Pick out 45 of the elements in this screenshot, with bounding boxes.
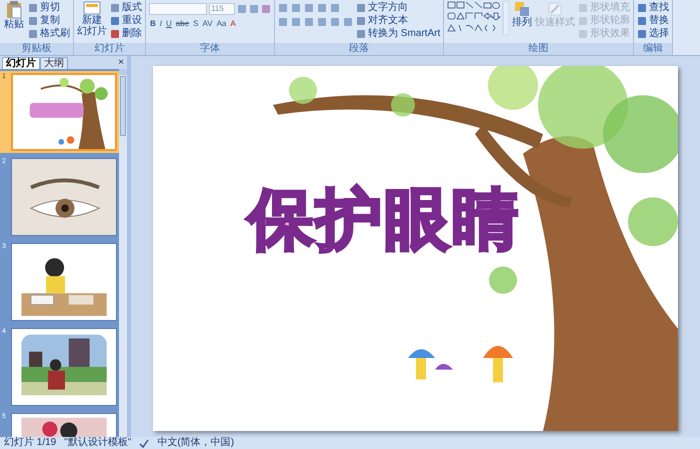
format-button[interactable]: B [149, 18, 157, 29]
group-label: 绘图 [444, 43, 634, 55]
check-icon [139, 438, 150, 448]
new-slide-button[interactable]: 新建 幻灯片 [77, 1, 107, 37]
ribbon-button[interactable]: 文字方向 [356, 1, 440, 14]
language: 中文(简体，中国) [157, 437, 234, 449]
paste-button[interactable]: 粘贴 [3, 1, 25, 31]
panel-tab[interactable]: 幻灯片 [2, 57, 40, 69]
font-name-field[interactable] [149, 3, 207, 15]
ribbon-button[interactable]: 复制 [28, 14, 70, 27]
ribbon-button[interactable]: 对齐文本 [356, 14, 440, 27]
format-button[interactable]: abe [174, 18, 190, 29]
group-label: 段落 [275, 43, 444, 55]
format-button[interactable]: S [192, 18, 200, 29]
slide-count: 幻灯片 1/19 [4, 437, 56, 449]
button-label: 幻灯片 [77, 26, 107, 37]
ribbon-button[interactable]: 选择 [637, 27, 670, 40]
panel-tab[interactable]: 大纲 [40, 57, 68, 69]
shapes-gallery-drawing[interactable] [447, 1, 510, 35]
ribbon-button[interactable]: 删除 [110, 27, 142, 40]
button-label: 新建 [82, 15, 102, 26]
ribbon-button[interactable]: 转换为 SmartArt [356, 27, 440, 40]
format-button[interactable]: AV [202, 18, 214, 29]
ribbon-button[interactable]: 格式刷 [28, 27, 70, 40]
slide-icon [83, 1, 101, 15]
theme-name: "默认设计模板" [64, 437, 132, 449]
slide-title: 保护眼睛 [248, 181, 520, 258]
group-label: 字体 [146, 43, 274, 55]
scrollbar[interactable] [119, 69, 127, 437]
group-label: 幻灯片 [74, 43, 145, 55]
format-button[interactable]: I [158, 18, 164, 29]
clipboard-icon [6, 1, 22, 19]
ribbon-button[interactable]: 替换 [637, 14, 670, 27]
ribbon-button[interactable]: 查找 [637, 1, 670, 14]
group-label: 编辑 [634, 43, 672, 55]
arrange-button[interactable]: 排列 [512, 1, 532, 29]
format-button[interactable]: U [165, 18, 173, 29]
ribbon-button[interactable]: 版式 [110, 1, 142, 14]
ribbon-button[interactable]: 剪切 [28, 1, 70, 14]
arrange-icon [514, 1, 530, 17]
group-label: 剪贴板 [0, 43, 73, 55]
format-button[interactable]: A [229, 18, 237, 29]
ribbon-button[interactable]: 重设 [110, 14, 142, 27]
format-button[interactable]: Aa [216, 18, 228, 29]
close-button[interactable]: × [118, 57, 124, 69]
